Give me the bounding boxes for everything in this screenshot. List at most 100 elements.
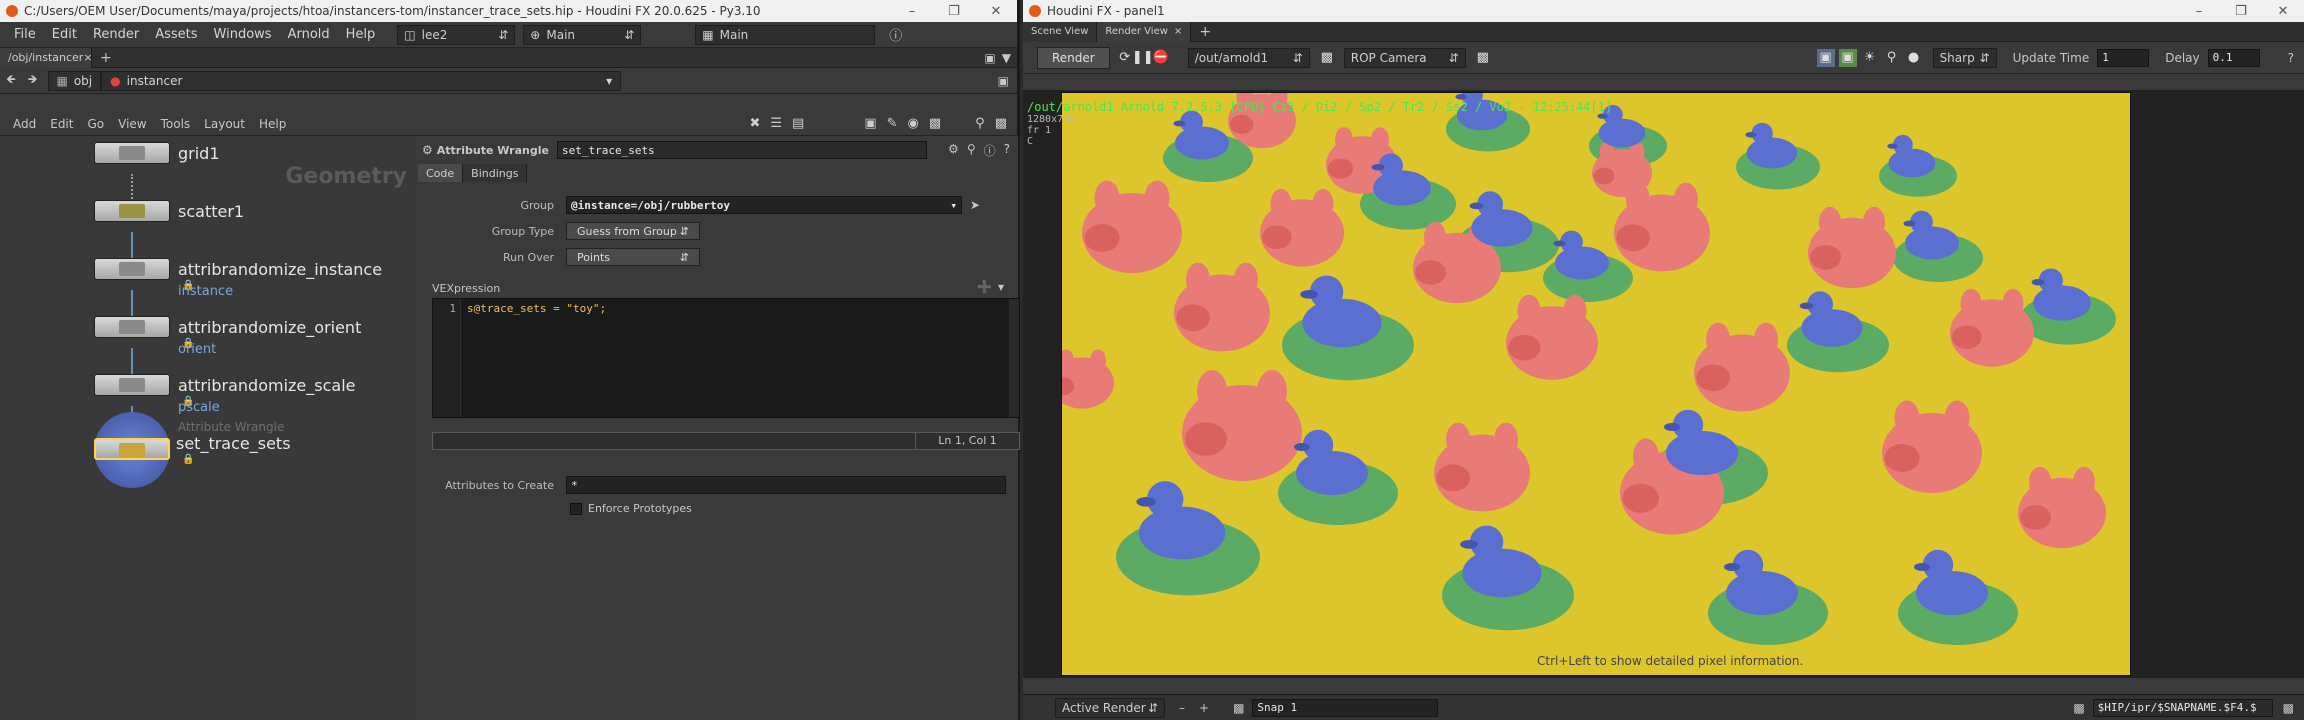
tab-scene-view[interactable]: Scene View [1023,21,1098,42]
net-menu-help[interactable]: Help [252,117,293,131]
attrs-field[interactable]: * [566,476,1006,494]
output-path-field[interactable]: $HIP/ipr/$SNAPNAME.$F4.$ [2092,698,2273,717]
add-tab-icon[interactable]: + [92,50,120,66]
render-image[interactable] [1061,92,2131,676]
sharp-combo[interactable]: Sharp ⇵ [1932,47,1997,68]
minimize-icon[interactable]: – [2178,4,2220,19]
region-icon[interactable]: ▣ [1816,48,1835,67]
list-icon[interactable]: ▤ [792,116,804,131]
pane-combo[interactable]: ⊕ Main ⇵ [523,24,642,45]
close-icon[interactable]: ✕ [2262,4,2304,19]
camera-icon[interactable]: ▩ [995,116,1007,131]
note-icon[interactable]: ✎ [887,116,898,131]
help-icon[interactable]: ? [2288,51,2294,65]
rop-combo[interactable]: /out/arnold1 ⇵ [1187,47,1310,68]
breadcrumb-obj[interactable]: ▦ obj [47,70,102,91]
help-icon[interactable]: ? [1004,142,1010,159]
pig-ear [1706,322,1730,357]
shading-icon[interactable]: ● [1905,49,1923,67]
node-grid1[interactable] [94,142,170,164]
palette-icon[interactable]: ◉ [908,116,919,131]
node-set-trace-sets[interactable] [94,438,170,460]
menu-help[interactable]: Help [338,27,384,42]
desktop-combo[interactable]: ◫ lee2 ⇵ [397,24,516,45]
vex-code-editor[interactable]: 1 s@trace_sets = "toy"; [432,298,1020,418]
select-arrow-icon[interactable]: ➤ [970,198,980,212]
menu-windows[interactable]: Windows [206,27,280,42]
node-attribrandomize-instance[interactable] [94,258,170,280]
net-menu-add[interactable]: Add [6,117,43,131]
settings-icon[interactable]: ⚙ [948,142,959,159]
add-spare-icon[interactable]: ➕ [977,280,992,294]
bucket-icon[interactable]: ▩ [929,116,941,131]
snap-field[interactable]: Snap 1 [1252,698,1439,717]
net-menu-go[interactable]: Go [80,117,111,131]
tab-bindings[interactable]: Bindings [463,164,528,182]
breadcrumb-instancer[interactable]: ● instancer ▾ [101,70,622,91]
camera-jump-icon[interactable]: ▩ [1474,49,1492,67]
save-icon[interactable]: ▩ [2073,701,2084,715]
close-icon[interactable]: ✕ [975,4,1017,19]
group-type-menu[interactable]: Guess from Group ⇵ [566,222,700,240]
menu-file[interactable]: File [6,27,44,42]
node-name-field[interactable]: set_trace_sets [556,141,927,159]
menu-assets[interactable]: Assets [147,27,205,42]
menu-render[interactable]: Render [85,27,147,42]
menu-arnold[interactable]: Arnold [280,27,338,42]
search-icon[interactable]: ⚲ [967,142,976,159]
main-combo[interactable]: ▦ Main [695,24,876,45]
delay-field[interactable]: 0.1 [2207,48,2260,67]
chevron-down-icon[interactable]: ▾ [950,199,957,212]
close-icon[interactable]: × [1174,26,1182,37]
code-scrollbar[interactable] [1009,299,1019,417]
chevron-down-icon[interactable]: ▾ [998,280,1004,294]
add-snap-icon[interactable]: + [1199,701,1209,715]
node-scatter1[interactable] [94,200,170,222]
camera-combo[interactable]: ROP Camera ⇵ [1343,47,1466,68]
pause-icon[interactable]: ❚❚ [1132,49,1154,67]
tab-render-view[interactable]: Render View × [1097,21,1192,42]
enforce-checkbox[interactable] [570,502,582,515]
back-arrow-icon[interactable]: 🡸 [0,70,22,91]
tree-icon[interactable]: ☰ [770,116,782,131]
duck-beak [1294,443,1310,451]
stop-icon[interactable]: ⛔ [1152,49,1170,67]
node-attribrandomize-orient[interactable] [94,316,170,338]
net-menu-view[interactable]: View [111,117,153,131]
run-over-menu[interactable]: Points ⇵ [566,248,700,266]
wrench-icon[interactable]: ✖ [749,116,760,131]
minimize-icon[interactable]: – [891,4,933,19]
remove-snap-icon[interactable]: – [1179,701,1185,715]
light-icon[interactable]: ☀ [1861,49,1879,67]
update-time-field[interactable]: 1 [2097,48,2150,67]
pin-icon[interactable]: ▣ [998,74,1017,88]
info-icon[interactable]: ⓘ [984,142,996,159]
pane-layout-icon[interactable]: ▣ [984,51,995,65]
main-combo-value: Main [719,27,749,42]
active-render-combo[interactable]: Active Render ⇵ [1055,697,1165,718]
help-icon[interactable]: ⓘ [889,25,902,44]
forward-arrow-icon[interactable]: 🡺 [22,70,44,91]
render-button[interactable]: Render [1037,46,1110,69]
tab-code[interactable]: Code [418,164,464,182]
add-tab-icon[interactable]: + [1191,24,1219,40]
net-menu-edit[interactable]: Edit [43,117,80,131]
menu-edit[interactable]: Edit [44,27,85,42]
tab-obj-instancer[interactable]: /obj/instancer × [0,47,93,68]
pane-menu-icon[interactable]: ▼ [1002,51,1011,65]
network-editor[interactable]: Geometry grid1 scatter1 attribrandomize_… [0,136,415,720]
node-attribrandomize-scale[interactable] [94,374,170,396]
zoom-icon[interactable]: ⚲ [1883,49,1901,67]
save-image-icon[interactable]: ▩ [2283,701,2294,715]
net-menu-tools[interactable]: Tools [154,117,198,131]
net-menu-layout[interactable]: Layout [197,117,252,131]
group-field[interactable]: @instance=/obj/rubbertoy ▾ [566,196,962,214]
zoom-icon[interactable]: ⚲ [975,116,985,131]
rop-jump-icon[interactable]: ▩ [1318,49,1336,67]
restore-icon[interactable]: ❐ [2220,4,2262,19]
geo-node-icon: ● [110,73,121,88]
image-icon[interactable]: ▣ [864,116,876,131]
snapshot-camera-icon[interactable]: ▩ [1233,701,1244,715]
restore-icon[interactable]: ❐ [933,4,975,19]
preview-icon[interactable]: ▣ [1838,48,1857,67]
